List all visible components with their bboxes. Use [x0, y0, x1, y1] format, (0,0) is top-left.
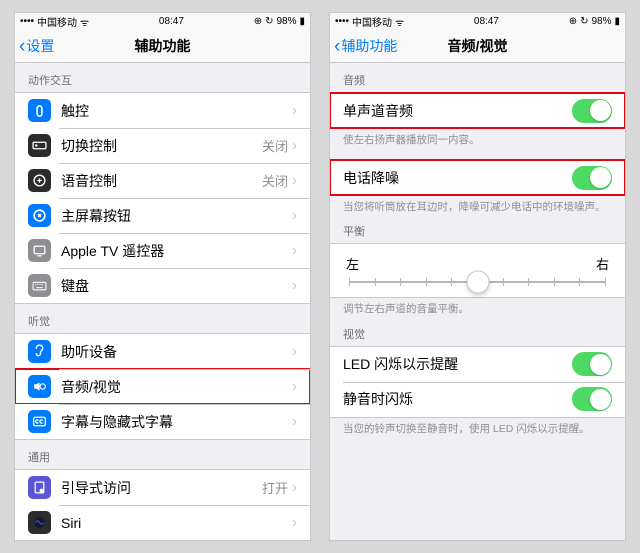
chevron-right-icon: ›: [292, 207, 297, 224]
settings-row[interactable]: 触控›: [15, 93, 310, 128]
label: 语音控制: [61, 171, 262, 191]
value: 关闭: [262, 136, 288, 155]
chevron-right-icon: ›: [292, 413, 297, 430]
label: 触控: [61, 101, 292, 121]
settings-row[interactable]: Apple TV 遥控器›: [15, 233, 310, 268]
switch-icon: [28, 134, 51, 157]
home-icon: [28, 204, 51, 227]
row-noise-cancel[interactable]: 电话降噪: [330, 160, 625, 195]
label: 键盘: [61, 276, 292, 296]
settings-row[interactable]: 字幕与隐藏式字幕›: [15, 404, 310, 439]
label: Apple TV 遥控器: [61, 241, 292, 261]
chevron-right-icon: ›: [292, 102, 297, 119]
section-header: 音频: [330, 63, 625, 92]
navbar: ‹设置 辅助功能: [15, 30, 310, 63]
row-led-flash[interactable]: LED 闪烁以示提醒: [330, 347, 625, 382]
settings-row[interactable]: 音频/视觉›: [15, 369, 310, 404]
balance-slider[interactable]: 左右: [330, 244, 625, 297]
label: LED 闪烁以示提醒: [343, 354, 572, 374]
chevron-left-icon: ‹: [19, 37, 25, 56]
settings-row[interactable]: 主屏幕按钮›: [15, 198, 310, 233]
row-flash-silent[interactable]: 静音时闪烁: [330, 382, 625, 417]
page-title: 音频/视觉: [448, 36, 508, 56]
settings-row[interactable]: 语音控制关闭›: [15, 163, 310, 198]
voice-icon: [28, 169, 51, 192]
section-header: 平衡: [330, 214, 625, 243]
section-header: 听觉: [15, 304, 310, 333]
settings-row[interactable]: 引导式访问打开›: [15, 470, 310, 505]
section-header: 视觉: [330, 317, 625, 346]
navbar: ‹辅助功能 音频/视觉: [330, 30, 625, 63]
cc-icon: [28, 410, 51, 433]
value: 打开: [262, 478, 288, 497]
chevron-right-icon: ›: [292, 172, 297, 189]
settings-row[interactable]: 键盘›: [15, 268, 310, 303]
settings-row[interactable]: 助听设备›: [15, 334, 310, 369]
label: 引导式访问: [61, 478, 262, 498]
kbd-icon: [28, 274, 51, 297]
label: 电话降噪: [343, 168, 572, 188]
footnote: 使左右扬声器播放同一内容。: [330, 129, 625, 147]
chevron-right-icon: ›: [292, 479, 297, 496]
chevron-right-icon: ›: [292, 242, 297, 259]
section-header: 通用: [15, 440, 310, 469]
content: 音频 单声道音频 使左右扬声器播放同一内容。 电话降噪 当您将听筒放在耳边时，降…: [330, 63, 625, 540]
slider-track[interactable]: [349, 281, 606, 283]
label: 助听设备: [61, 342, 292, 362]
value: 关闭: [262, 171, 288, 190]
tv-icon: [28, 239, 51, 262]
back-button[interactable]: ‹设置: [19, 36, 54, 56]
section-header: 动作交互: [15, 63, 310, 92]
siri-icon: [28, 511, 51, 534]
back-button[interactable]: ‹辅助功能: [334, 36, 397, 56]
phone-right: ••••中国移动ᯤ 08:47 ⊕↻98%▮ ‹辅助功能 音频/视觉 音频 单声…: [329, 12, 626, 541]
toggle-switch[interactable]: [572, 352, 612, 376]
chevron-right-icon: ›: [292, 378, 297, 395]
status-bar: ••••中国移动ᯤ 08:47 ⊕↻98%▮: [15, 13, 310, 30]
label: 静音时闪烁: [343, 389, 572, 409]
slider-thumb[interactable]: [466, 271, 489, 294]
label: 字幕与隐藏式字幕: [61, 412, 292, 432]
touch-icon: [28, 99, 51, 122]
content: 动作交互 触控›切换控制关闭›语音控制关闭›主屏幕按钮›Apple TV 遥控器…: [15, 63, 310, 540]
phone-left: ••••中国移动ᯤ 08:47 ⊕↻98%▮ ‹设置 辅助功能 动作交互 触控›…: [14, 12, 311, 541]
settings-row[interactable]: Siri›: [15, 505, 310, 540]
label: 音频/视觉: [61, 377, 292, 397]
label: 切换控制: [61, 136, 262, 156]
settings-row[interactable]: 切换控制关闭›: [15, 128, 310, 163]
av-icon: [28, 375, 51, 398]
toggle-switch[interactable]: [572, 387, 612, 411]
row-mono-audio[interactable]: 单声道音频: [330, 93, 625, 128]
footnote: 当您的铃声切换至静音时，使用 LED 闪烁以示提醒。: [330, 418, 625, 436]
ear-icon: [28, 340, 51, 363]
toggle-switch[interactable]: [572, 166, 612, 190]
guide-icon: [28, 476, 51, 499]
chevron-right-icon: ›: [292, 137, 297, 154]
page-title: 辅助功能: [135, 36, 191, 56]
toggle-switch[interactable]: [572, 99, 612, 123]
status-bar: ••••中国移动ᯤ 08:47 ⊕↻98%▮: [330, 13, 625, 30]
footnote: 当您将听筒放在耳边时，降噪可减少电话中的环境噪声。: [330, 196, 625, 214]
label: 单声道音频: [343, 101, 572, 121]
label: 主屏幕按钮: [61, 206, 292, 226]
footnote: 调节左右声道的音量平衡。: [330, 298, 625, 316]
chevron-left-icon: ‹: [334, 37, 340, 56]
chevron-right-icon: ›: [292, 277, 297, 294]
chevron-right-icon: ›: [292, 343, 297, 360]
chevron-right-icon: ›: [292, 514, 297, 531]
label: Siri: [61, 515, 292, 531]
